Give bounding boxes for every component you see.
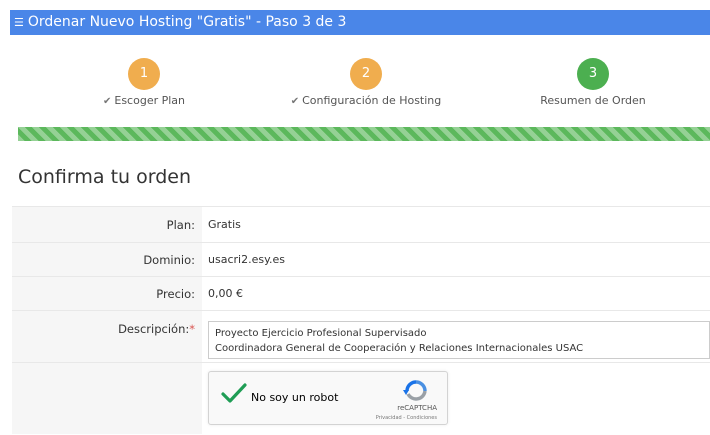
step-1-number: 1 — [128, 58, 160, 90]
step-1-label: Escoger Plan — [114, 94, 186, 107]
description-line-2: Coordinadora General de Cooperación y Re… — [215, 343, 584, 354]
hamburger-icon: ☰ — [14, 16, 24, 29]
recaptcha-logo-icon — [403, 380, 427, 401]
confirm-heading: Confirma tu orden — [18, 166, 191, 188]
check-icon: ✔ — [102, 96, 112, 107]
step-3-label: Resumen de Orden — [540, 94, 646, 107]
captcha-text: No soy un robot — [251, 391, 339, 404]
step-3: 3 Resumen de Orden — [483, 58, 703, 107]
plan-label: Plan: — [12, 207, 202, 242]
order-progress-bar — [18, 127, 710, 141]
recaptcha-widget[interactable]: No soy un robot reCAPTCHA Privacidad - C… — [208, 371, 448, 425]
domain-label: Dominio: — [12, 243, 202, 276]
captcha-terms-link[interactable]: Privacidad - Condiciones — [376, 415, 437, 421]
page-header: ☰ Ordenar Nuevo Hosting "Gratis" - Paso 3… — [10, 10, 710, 35]
step-1: 1 ✔ Escoger Plan — [34, 58, 254, 107]
description-label-text: Descripción: — [118, 322, 190, 336]
price-row: Precio: 0,00 € — [12, 277, 710, 311]
step-2: 2 ✔ Configuración de Hosting — [256, 58, 476, 107]
description-label: Descripción:* — [12, 311, 202, 362]
description-textarea[interactable]: Proyecto Ejercicio Profesional Supervisa… — [208, 321, 710, 359]
description-line-1: Proyecto Ejercicio Profesional Supervisa… — [215, 328, 427, 339]
required-mark: * — [189, 322, 195, 336]
order-steps: 1 ✔ Escoger Plan 2 ✔ Configuración de Host… — [0, 58, 710, 118]
page-title: Ordenar Nuevo Hosting "Gratis" - Paso 3 … — [27, 14, 347, 30]
domain-value: usacri2.esy.es — [208, 253, 285, 266]
plan-value: Gratis — [208, 218, 241, 231]
step-2-label: Configuración de Hosting — [302, 94, 442, 107]
plan-row: Plan: Gratis — [12, 207, 710, 243]
captcha-row: No soy un robot reCAPTCHA Privacidad - C… — [12, 363, 710, 434]
check-icon: ✔ — [290, 96, 300, 107]
order-summary-table: Plan: Gratis Dominio: usacri2.esy.es Pre… — [12, 206, 710, 435]
captcha-label-cell — [12, 363, 202, 434]
domain-row: Dominio: usacri2.esy.es — [12, 243, 710, 277]
step-3-number: 3 — [577, 58, 609, 90]
check-icon[interactable] — [221, 382, 247, 404]
description-row: Descripción:* Proyecto Ejercicio Profesi… — [12, 311, 710, 363]
price-value: 0,00 € — [208, 287, 243, 300]
step-2-number: 2 — [350, 58, 382, 90]
captcha-brand: reCAPTCHA — [397, 404, 437, 412]
price-label: Precio: — [12, 277, 202, 310]
